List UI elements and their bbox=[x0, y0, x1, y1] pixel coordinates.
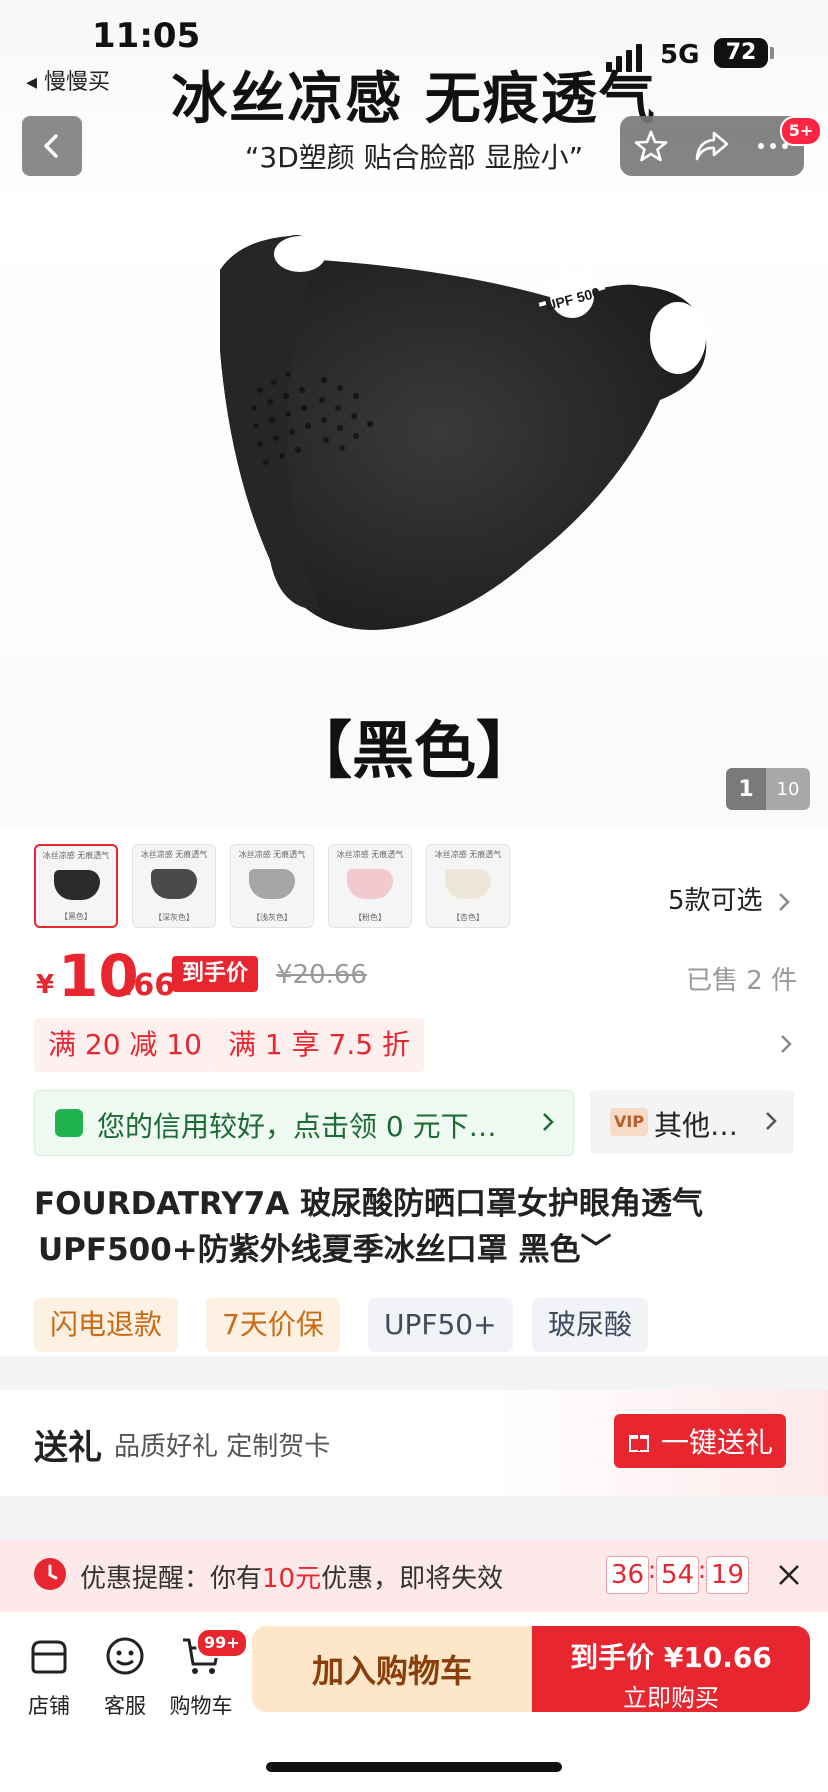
star-icon bbox=[634, 130, 667, 162]
store-label: 店铺 bbox=[28, 1694, 70, 1718]
pager-total: 10 bbox=[766, 768, 810, 810]
final-price-tag: 到手价 bbox=[172, 956, 259, 992]
thumb-caption-top: 冰丝凉感 无痕透气 bbox=[42, 851, 110, 860]
thumb-caption-top: 冰丝凉感 无痕透气 bbox=[434, 850, 502, 859]
product-title-line1[interactable]: FOURDATRY7A 玻尿酸防晒口罩女护眼角透气 bbox=[34, 1178, 703, 1223]
message-count-badge: 5+ bbox=[780, 116, 822, 146]
chevron-right-icon bbox=[766, 1112, 777, 1130]
gift-title: 送礼 bbox=[34, 1428, 102, 1468]
tag-price-protect[interactable]: 7天价保 bbox=[206, 1298, 340, 1352]
close-icon[interactable] bbox=[774, 1560, 804, 1590]
add-to-cart-button[interactable]: 加入购物车 bbox=[252, 1626, 532, 1712]
thumb-mask-image bbox=[347, 869, 393, 899]
thumb-caption-bottom: 【浅灰色】 bbox=[252, 913, 292, 922]
discount-reminder-bar[interactable]: 优惠提醒：你有10元优惠，即将失效 36 : 54 : 19 bbox=[0, 1540, 828, 1612]
credit-banner-text: 您的信用较好，点击领 0 元下… bbox=[97, 1110, 497, 1143]
countdown-hours: 36 bbox=[606, 1556, 650, 1594]
thumb-mask-image bbox=[54, 870, 100, 900]
reminder-text: 优惠提醒：你有10元优惠，即将失效 bbox=[80, 1558, 503, 1595]
store-nav[interactable]: 店铺 bbox=[14, 1634, 84, 1720]
reminder-suffix: 优惠，即将失效 bbox=[321, 1564, 504, 1594]
coupon-tag-1[interactable]: 满 20 减 10 bbox=[34, 1018, 216, 1072]
variant-thumb-2[interactable]: 冰丝凉感 无痕透气 【浅灰色】 bbox=[230, 844, 314, 928]
service-label: 客服 bbox=[104, 1694, 146, 1718]
pager-current: 1 bbox=[726, 768, 766, 810]
chevron-left-icon bbox=[44, 134, 58, 158]
thumb-mask-image bbox=[445, 869, 491, 899]
buy-now-button[interactable]: 到手价 ¥10.66 立即购买 bbox=[532, 1626, 810, 1712]
chevron-right-icon bbox=[543, 1113, 554, 1131]
thumb-mask-image bbox=[249, 869, 295, 899]
tag-flash-refund[interactable]: 闪电退款 bbox=[34, 1298, 179, 1352]
status-time: 11:05 bbox=[92, 16, 201, 56]
store-icon bbox=[31, 1640, 67, 1674]
service-nav[interactable]: 客服 bbox=[90, 1634, 160, 1720]
thumb-caption-bottom: 【杏色】 bbox=[452, 913, 484, 922]
tag-upf[interactable]: UPF50+ bbox=[368, 1298, 513, 1352]
chevron-right-icon bbox=[778, 892, 790, 911]
variant-thumb-0[interactable]: 冰丝凉感 无痕透气 【黑色】 bbox=[34, 844, 118, 928]
variant-thumb-4[interactable]: 冰丝凉感 无痕透气 【杏色】 bbox=[426, 844, 510, 928]
gift-subtitle: 品质好礼 定制贺卡 bbox=[114, 1432, 331, 1462]
gift-button-label: 一键送礼 bbox=[660, 1426, 773, 1459]
cart-label: 购物车 bbox=[169, 1694, 233, 1718]
variant-thumb-3[interactable]: 冰丝凉感 无痕透气 【粉色】 bbox=[328, 844, 412, 928]
thumb-mask-image bbox=[151, 869, 197, 899]
bottom-action-bar: 店铺 客服 购物车 99+ 加入购物车 到手价 ¥10.66 立即购买 bbox=[0, 1612, 828, 1792]
vip-banner[interactable]: VIP 其他… bbox=[590, 1090, 794, 1154]
countdown-minutes: 54 bbox=[656, 1556, 700, 1594]
gift-icon bbox=[628, 1435, 649, 1452]
product-mask-image: UPF 500 bbox=[220, 235, 707, 630]
share-button[interactable] bbox=[689, 123, 735, 169]
thumb-caption-bottom: 【黑色】 bbox=[60, 912, 92, 921]
home-indicator bbox=[266, 1762, 562, 1772]
shopping-bag-icon bbox=[55, 1109, 83, 1137]
thumb-caption-top: 冰丝凉感 无痕透气 bbox=[238, 850, 306, 859]
color-caption: 【黑色】 bbox=[289, 714, 538, 787]
coupon-chevron-right-icon[interactable] bbox=[778, 1032, 794, 1056]
coupon-tag-2[interactable]: 满 1 享 7.5 折 bbox=[214, 1018, 424, 1072]
buy-now-label: 立即购买 bbox=[623, 1684, 719, 1712]
vip-text: 其他… bbox=[654, 1109, 739, 1142]
cart-count-badge: 99+ bbox=[196, 1628, 248, 1658]
thumb-caption-top: 冰丝凉感 无痕透气 bbox=[336, 850, 404, 859]
header-actions bbox=[620, 116, 804, 176]
reminder-amount: 10元 bbox=[262, 1564, 322, 1594]
vip-tag: VIP bbox=[610, 1108, 649, 1136]
product-image-gallery[interactable]: UPF 500 11:05 ◂ 慢慢买 5G 72 冰丝凉感 无痕透气 “3D塑… bbox=[0, 0, 828, 828]
credit-banner[interactable]: 您的信用较好，点击领 0 元下… bbox=[34, 1090, 574, 1156]
product-info-card: 冰丝凉感 无痕透气 【黑色】 冰丝凉感 无痕透气 【深灰色】 冰丝凉感 无痕透气… bbox=[0, 828, 828, 1356]
countdown-seconds: 19 bbox=[706, 1556, 750, 1594]
one-click-gift-button[interactable]: 一键送礼 bbox=[614, 1414, 786, 1468]
thumb-caption-bottom: 【深灰色】 bbox=[154, 913, 194, 922]
product-title-line2[interactable]: UPF500+防紫外线夏季冰丝口罩 黑色﹀ bbox=[38, 1224, 612, 1269]
tag-hyaluronic[interactable]: 玻尿酸 bbox=[532, 1298, 649, 1352]
back-button[interactable] bbox=[22, 116, 82, 176]
thumb-caption-bottom: 【粉色】 bbox=[354, 913, 386, 922]
price-currency: ¥ bbox=[36, 970, 55, 1000]
customer-service-icon bbox=[106, 1637, 144, 1675]
favorite-button[interactable] bbox=[628, 123, 674, 169]
variant-thumb-1[interactable]: 冰丝凉感 无痕透气 【深灰色】 bbox=[132, 844, 216, 928]
variant-thumbnails: 冰丝凉感 无痕透气 【黑色】 冰丝凉感 无痕透气 【深灰色】 冰丝凉感 无痕透气… bbox=[34, 844, 510, 928]
buy-price-label: 到手价 ¥10.66 bbox=[570, 1641, 772, 1674]
clock-icon bbox=[34, 1558, 66, 1590]
thumb-caption-top: 冰丝凉感 无痕透气 bbox=[140, 850, 208, 859]
share-icon bbox=[695, 131, 729, 161]
price-decimal: .66 bbox=[122, 968, 176, 1003]
variant-count-link[interactable]: 5款可选 bbox=[668, 880, 791, 917]
gift-section: 送礼 品质好礼 定制贺卡 一键送礼 bbox=[0, 1390, 828, 1496]
countdown-separator: : bbox=[648, 1556, 657, 1584]
reminder-prefix: 优惠提醒：你有 bbox=[80, 1564, 263, 1594]
original-price: ¥20.66 bbox=[276, 960, 367, 990]
sold-count: 已售 2 件 bbox=[686, 966, 798, 996]
countdown-separator: : bbox=[698, 1556, 707, 1584]
variant-count-label: 5款可选 bbox=[668, 886, 763, 916]
image-pager: 1 10 bbox=[726, 768, 810, 810]
